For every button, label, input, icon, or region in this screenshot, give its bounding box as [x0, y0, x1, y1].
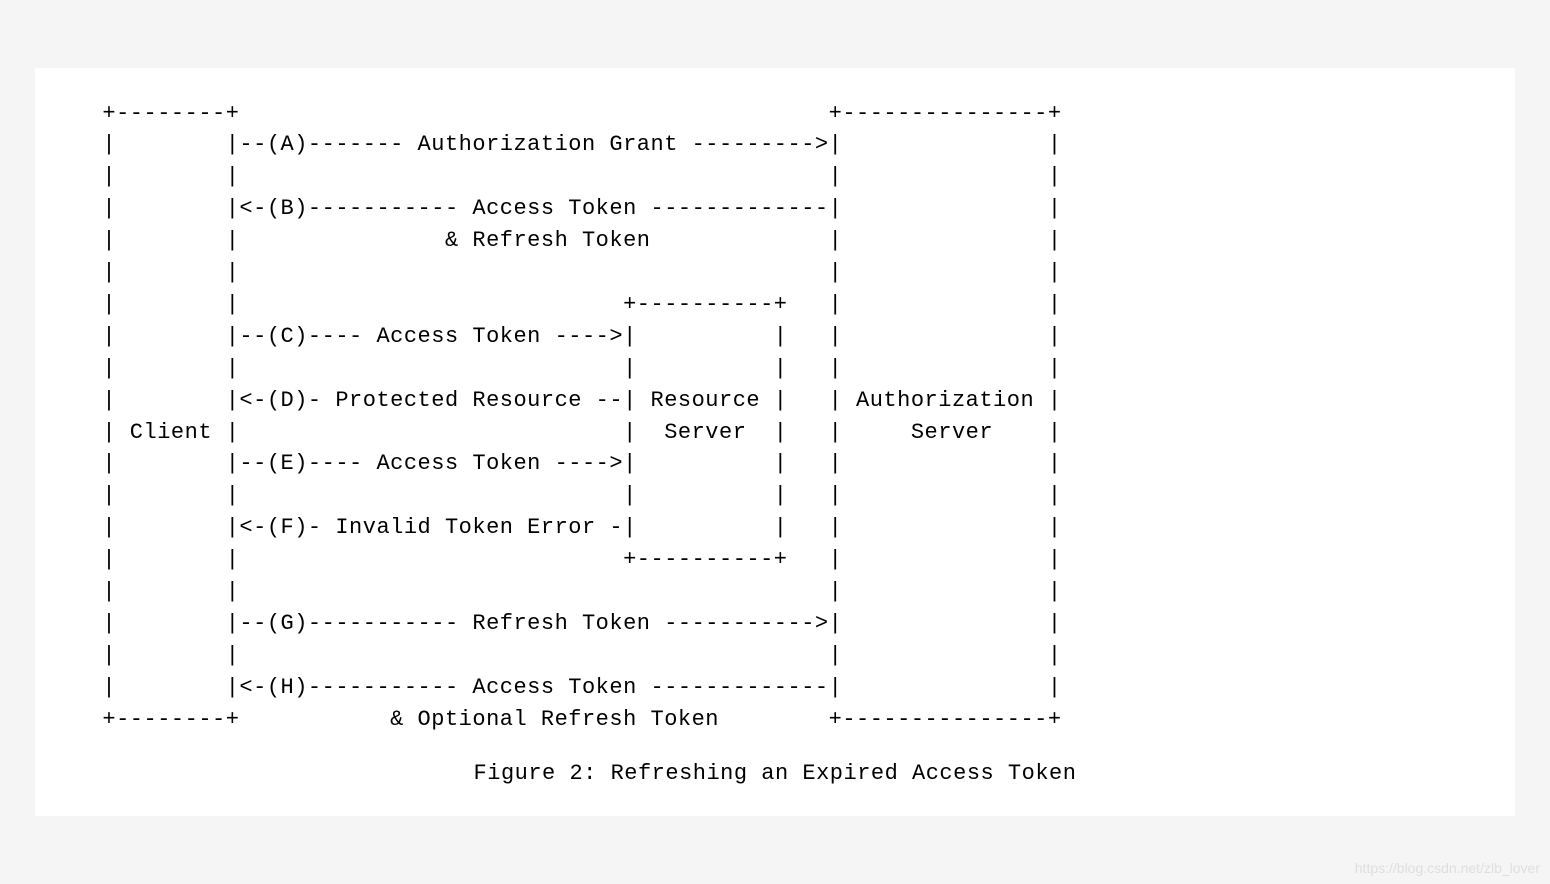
diagram-card: +--------+ +---------------+ | |--(A)---… [35, 68, 1515, 817]
figure-caption: Figure 2: Refreshing an Expired Access T… [75, 761, 1475, 786]
ascii-diagram: +--------+ +---------------+ | |--(A)---… [75, 98, 1475, 736]
watermark-text: https://blog.csdn.net/zlb_lover [1355, 860, 1540, 876]
